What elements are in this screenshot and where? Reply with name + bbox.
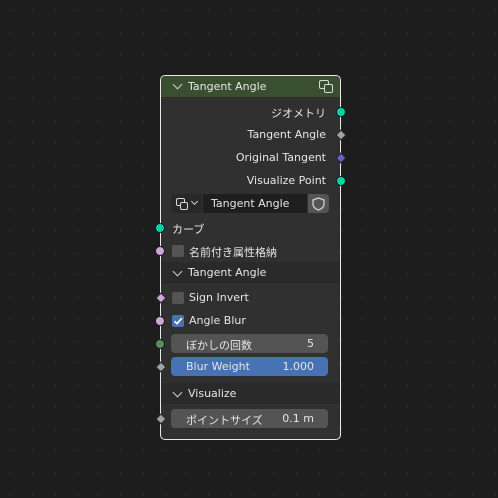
named-attr-label: 名前付き属性格納 xyxy=(189,246,277,259)
input-curve-socket[interactable] xyxy=(155,223,165,233)
output-visualize-point-socket[interactable] xyxy=(336,176,346,186)
panel-tangent-angle-header[interactable]: Tangent Angle xyxy=(161,262,340,283)
angle-blur-label: Angle Blur xyxy=(189,314,246,327)
blur-weight-label: Blur Weight xyxy=(186,360,250,373)
sign-invert-label: Sign Invert xyxy=(189,291,249,304)
output-original-tangent-label: Original Tangent xyxy=(235,151,326,164)
output-geometry-label: ジオメトリ xyxy=(271,107,326,120)
node-group-name-field[interactable]: Tangent Angle xyxy=(203,194,307,213)
output-geometry-socket[interactable] xyxy=(336,107,346,117)
named-attr-checkbox[interactable] xyxy=(172,245,184,257)
panel-collapse-chevron-icon[interactable] xyxy=(172,387,183,398)
dropdown-chevron-icon xyxy=(190,197,199,206)
input-named-attr-socket[interactable] xyxy=(155,246,165,256)
output-tangent-angle-label: Tangent Angle xyxy=(247,128,326,141)
output-visualize-point-label: Visualize Point xyxy=(246,174,326,187)
point-size-field[interactable]: ポイントサイズ 0.1 m xyxy=(171,409,328,428)
collapse-chevron-icon[interactable] xyxy=(172,79,183,90)
node-header[interactable]: Tangent Angle xyxy=(161,76,340,97)
shield-icon xyxy=(312,197,325,211)
blur-count-value: 5 xyxy=(307,337,314,350)
node-title: Tangent Angle xyxy=(188,80,267,93)
check-icon xyxy=(173,317,183,325)
blur-weight-value: 1.000 xyxy=(282,360,315,373)
output-original-tangent-socket[interactable] xyxy=(335,152,347,164)
panel-collapse-chevron-icon[interactable] xyxy=(172,266,183,277)
point-size-value: 0.1 m xyxy=(282,412,314,425)
output-tangent-angle-socket[interactable] xyxy=(335,129,347,141)
node-group-type-dropdown[interactable] xyxy=(171,194,202,213)
panel-visualize-title: Visualize xyxy=(188,387,237,400)
input-point-size-socket[interactable] xyxy=(155,413,167,425)
input-curve-label: カーブ xyxy=(172,223,205,236)
input-blur-weight-socket[interactable] xyxy=(155,361,167,373)
blur-count-label: ぼかしの回数 xyxy=(186,339,252,352)
input-blur-count-socket[interactable] xyxy=(155,339,165,349)
node-group-name-text: Tangent Angle xyxy=(211,197,290,210)
tangent-angle-node[interactable]: Tangent Angle ジオメトリ Tangent Angle Origin… xyxy=(155,75,347,440)
angle-blur-checkbox[interactable] xyxy=(172,315,184,327)
blur-weight-slider[interactable]: Blur Weight 1.000 xyxy=(171,357,328,376)
input-sign-invert-socket[interactable] xyxy=(155,292,167,304)
panel-visualize-header[interactable]: Visualize xyxy=(161,383,340,404)
input-angle-blur-socket[interactable] xyxy=(155,316,165,326)
point-size-label: ポイントサイズ xyxy=(186,414,263,427)
blur-count-field[interactable]: ぼかしの回数 5 xyxy=(171,334,328,353)
fake-user-button[interactable] xyxy=(308,194,329,213)
panel-tangent-angle-title: Tangent Angle xyxy=(188,266,267,279)
sign-invert-checkbox[interactable] xyxy=(172,292,184,304)
